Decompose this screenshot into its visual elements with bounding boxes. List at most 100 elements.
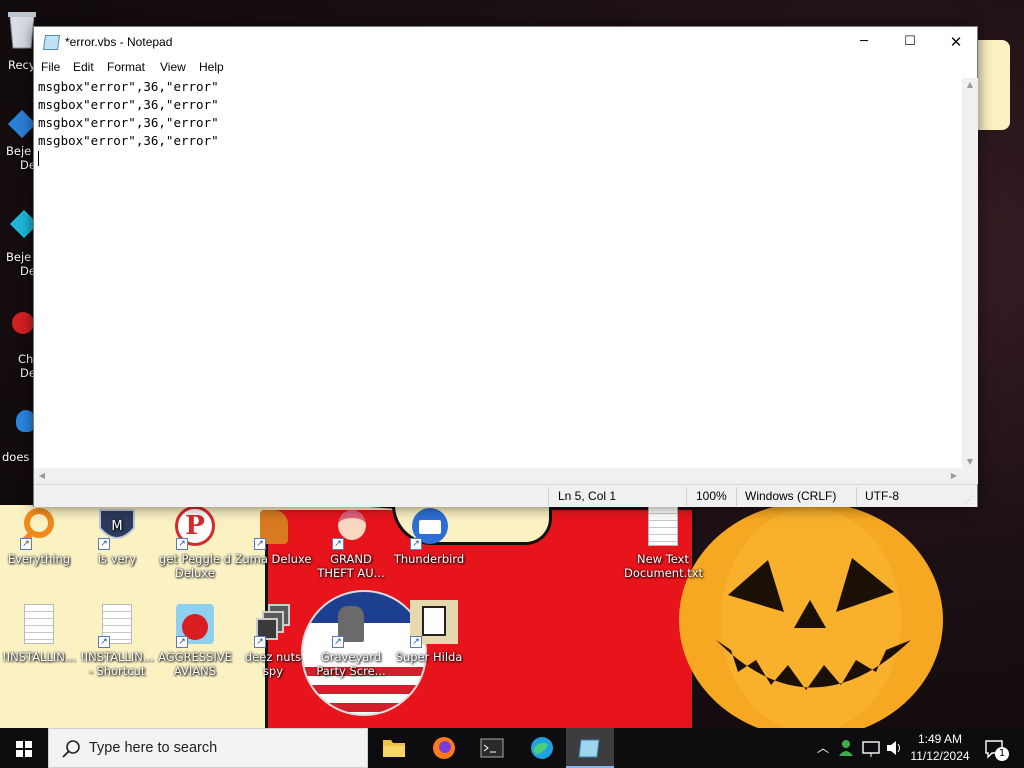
tray-user-status[interactable]	[836, 728, 856, 768]
desktop-icon-gta[interactable]: ↗ GRAND THEFT AU...	[312, 506, 390, 580]
start-button[interactable]	[0, 728, 48, 768]
close-icon: ✕	[949, 33, 963, 51]
editor-line: msgbox"error",36,"error"	[38, 115, 219, 130]
thunderbird-icon: ↗	[408, 506, 450, 550]
firefox-icon	[433, 737, 455, 759]
icon-label: GRAND THEFT AU...	[317, 552, 385, 580]
angry-bird-icon: ↗	[174, 604, 216, 648]
shortcut-arrow-icon: ↗	[332, 538, 344, 550]
icon-label: Thunderbird	[393, 552, 465, 566]
zoom-level: 100%	[696, 489, 727, 503]
menu-file[interactable]: File	[41, 60, 60, 74]
text-caret	[38, 151, 39, 166]
notepad-app-icon	[42, 35, 61, 50]
svg-text:M: M	[111, 519, 122, 534]
show-hidden-icons-button[interactable]: ︿	[814, 728, 832, 768]
shortcut-arrow-icon: ↗	[98, 538, 110, 550]
taskbar-firefox[interactable]	[420, 728, 468, 768]
scroll-left-icon[interactable]: ◀	[34, 471, 50, 480]
jack-o-lantern-graphic	[679, 502, 943, 728]
taskbar-terminal[interactable]	[468, 728, 516, 768]
notification-center-button[interactable]: 1	[980, 728, 1010, 768]
system-clock[interactable]: 1:49 AM 11/12/2024	[904, 731, 976, 765]
terminal-icon	[480, 738, 504, 758]
notepad-window[interactable]: *error.vbs - Notepad ─ ☐ ✕ File Edit For…	[33, 26, 978, 507]
desktop-icon-installing-shortcut[interactable]: ↗ !INSTALLIN... - Shortcut	[78, 604, 156, 678]
desktop-icon-peggle[interactable]: P ↗ get Peggle d Deluxe	[156, 506, 234, 580]
desktop-icon-thunderbird[interactable]: ↗ Thunderbird	[390, 506, 468, 566]
shortcut-arrow-icon: ↗	[20, 538, 32, 550]
text-editor[interactable]: msgbox"error",36,"error" msgbox"error",3…	[34, 78, 962, 468]
editor-line: msgbox"error",36,"error"	[38, 97, 219, 112]
scroll-right-icon[interactable]: ▶	[946, 471, 962, 480]
window-stack-icon: ↗	[252, 604, 294, 648]
status-divider	[686, 487, 687, 506]
text-document-icon: ↗	[96, 604, 138, 648]
maximize-icon: ☐	[904, 34, 916, 49]
icon-label: Zuma Deluxe	[234, 552, 312, 566]
icon-label: Super Hilda	[395, 650, 463, 664]
shortcut-arrow-icon: ↗	[332, 636, 344, 648]
shortcut-label: Ch	[18, 352, 34, 366]
desktop-icon-aggressive-avians[interactable]: ↗ AGGRESSIVE AVIANS	[156, 604, 234, 678]
notification-count-badge: 1	[995, 747, 1009, 761]
taskbar-edge[interactable]	[518, 728, 566, 768]
maximize-button[interactable]: ☐	[887, 27, 933, 57]
search-box[interactable]: Type here to search	[48, 728, 368, 768]
scroll-up-icon[interactable]: ▲	[962, 80, 978, 89]
status-divider	[856, 487, 857, 506]
menu-view[interactable]: View	[160, 60, 186, 74]
desktop-shortcut-does[interactable]: does	[2, 410, 36, 464]
menu-help[interactable]: Help	[199, 60, 224, 74]
scroll-down-icon[interactable]: ▼	[962, 457, 978, 466]
chevron-up-icon: ︿	[816, 741, 829, 755]
desktop-icon-is-very[interactable]: M ↗ is very	[78, 506, 156, 566]
clock-date: 11/12/2024	[910, 749, 970, 763]
window-title: *error.vbs - Notepad	[65, 35, 173, 49]
title-bar[interactable]: *error.vbs - Notepad ─ ☐ ✕	[34, 27, 977, 58]
desktop-icon-everything[interactable]: ↗ Everything	[0, 506, 78, 566]
desktop-icon-super-hilda[interactable]: ↗ Super Hilda	[390, 600, 468, 664]
editor-line: msgbox"error",36,"error"	[38, 79, 219, 94]
menu-edit[interactable]: Edit	[73, 60, 94, 74]
desktop-icon-zuma[interactable]: ↗ Zuma Deluxe	[234, 506, 312, 566]
shortcut-label-cont: De	[20, 366, 36, 380]
search-icon	[62, 740, 80, 758]
notepad-icon	[578, 739, 600, 758]
shortcut-arrow-icon: ↗	[176, 636, 188, 648]
vertical-scrollbar[interactable]: ▲ ▼	[962, 78, 978, 468]
icon-label: !INSTALLIN... - Shortcut	[80, 650, 154, 678]
desktop-shortcut-chuzzle[interactable]: Ch De	[6, 312, 36, 380]
close-button[interactable]: ✕	[933, 27, 979, 57]
shortcut-arrow-icon: ↗	[254, 538, 266, 550]
folder-icon	[383, 740, 405, 757]
minimize-icon: ─	[860, 34, 868, 49]
icon-label: get Peggle d Deluxe	[159, 552, 231, 580]
taskbar-notepad[interactable]	[566, 728, 614, 768]
desktop-icon-graveyard-party[interactable]: ↗ Graveyard Party Scre...	[312, 604, 390, 678]
horizontal-scrollbar[interactable]: ◀ ▶	[34, 468, 962, 484]
editor-line-current	[38, 150, 958, 168]
pixel-dog-icon: ↗	[408, 600, 458, 648]
desktop-icon-new-text-document[interactable]: New Text Document.txt	[624, 506, 703, 580]
shortcut-label: Beje	[6, 250, 32, 264]
everything-icon: ↗	[18, 506, 60, 550]
text-document-icon	[18, 604, 60, 646]
icon-label: !INSTALLIN...	[2, 650, 76, 664]
resize-grip-icon[interactable]: ⋰	[965, 494, 974, 505]
shortcut-arrow-icon: ↗	[98, 636, 110, 648]
windows-logo-icon	[16, 741, 32, 757]
shortcut-arrow-icon: ↗	[254, 636, 266, 648]
menu-format[interactable]: Format	[107, 60, 145, 74]
minimize-button[interactable]: ─	[841, 27, 887, 57]
desktop-shortcut-bejeweled-2[interactable]: Beje De	[6, 209, 39, 278]
taskbar: Type here to search ︿ 1:49 AM 11/12/2024…	[0, 728, 1024, 768]
taskbar-file-explorer[interactable]	[370, 728, 418, 768]
tray-volume[interactable]	[884, 728, 904, 768]
tray-network[interactable]	[860, 728, 882, 768]
peggle-icon: P ↗	[174, 506, 216, 550]
desktop-icon-deez-nuts-spy[interactable]: ↗ deez nuts spy	[234, 604, 312, 678]
desktop-icon-installing[interactable]: !INSTALLIN...	[0, 604, 78, 664]
edge-icon	[531, 737, 553, 759]
desktop-shortcut-bejeweled-1[interactable]: Beje De	[6, 109, 37, 172]
